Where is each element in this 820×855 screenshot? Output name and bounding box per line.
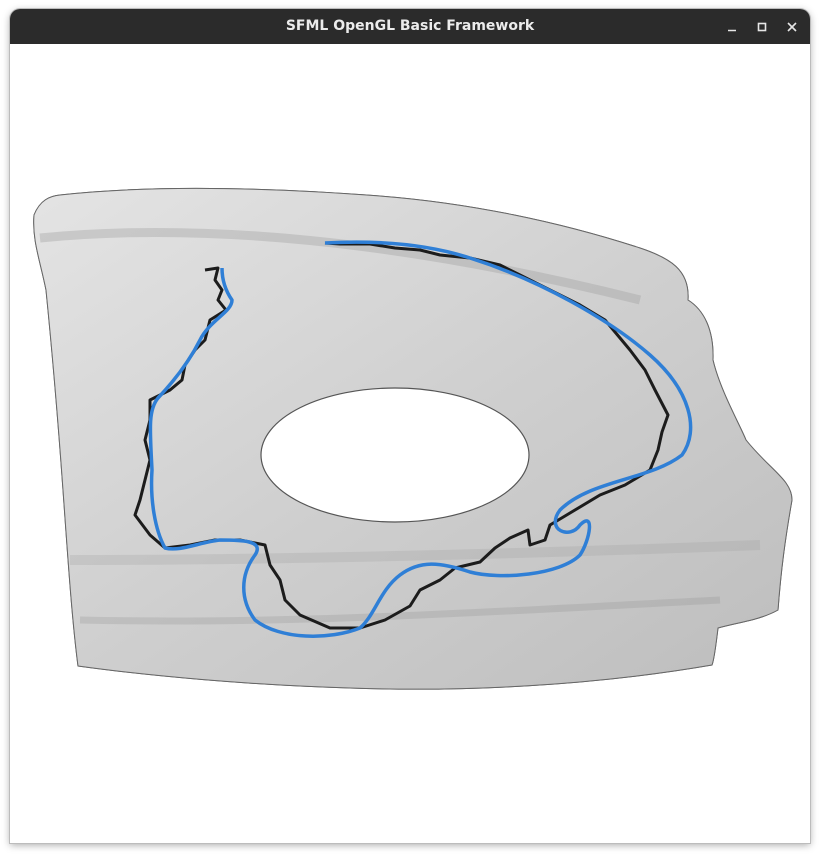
app-window: SFML OpenGL Basic Framework: [10, 9, 810, 843]
close-icon[interactable]: [783, 18, 801, 36]
mesh-render: [33, 187, 793, 690]
window-title: SFML OpenGL Basic Framework: [285, 18, 535, 34]
mesh-surface: [33, 187, 793, 690]
opengl-viewport[interactable]: [10, 44, 810, 843]
minimize-icon[interactable]: [723, 18, 741, 36]
title-bar[interactable]: SFML OpenGL Basic Framework: [10, 9, 810, 44]
maximize-icon[interactable]: [753, 18, 771, 36]
